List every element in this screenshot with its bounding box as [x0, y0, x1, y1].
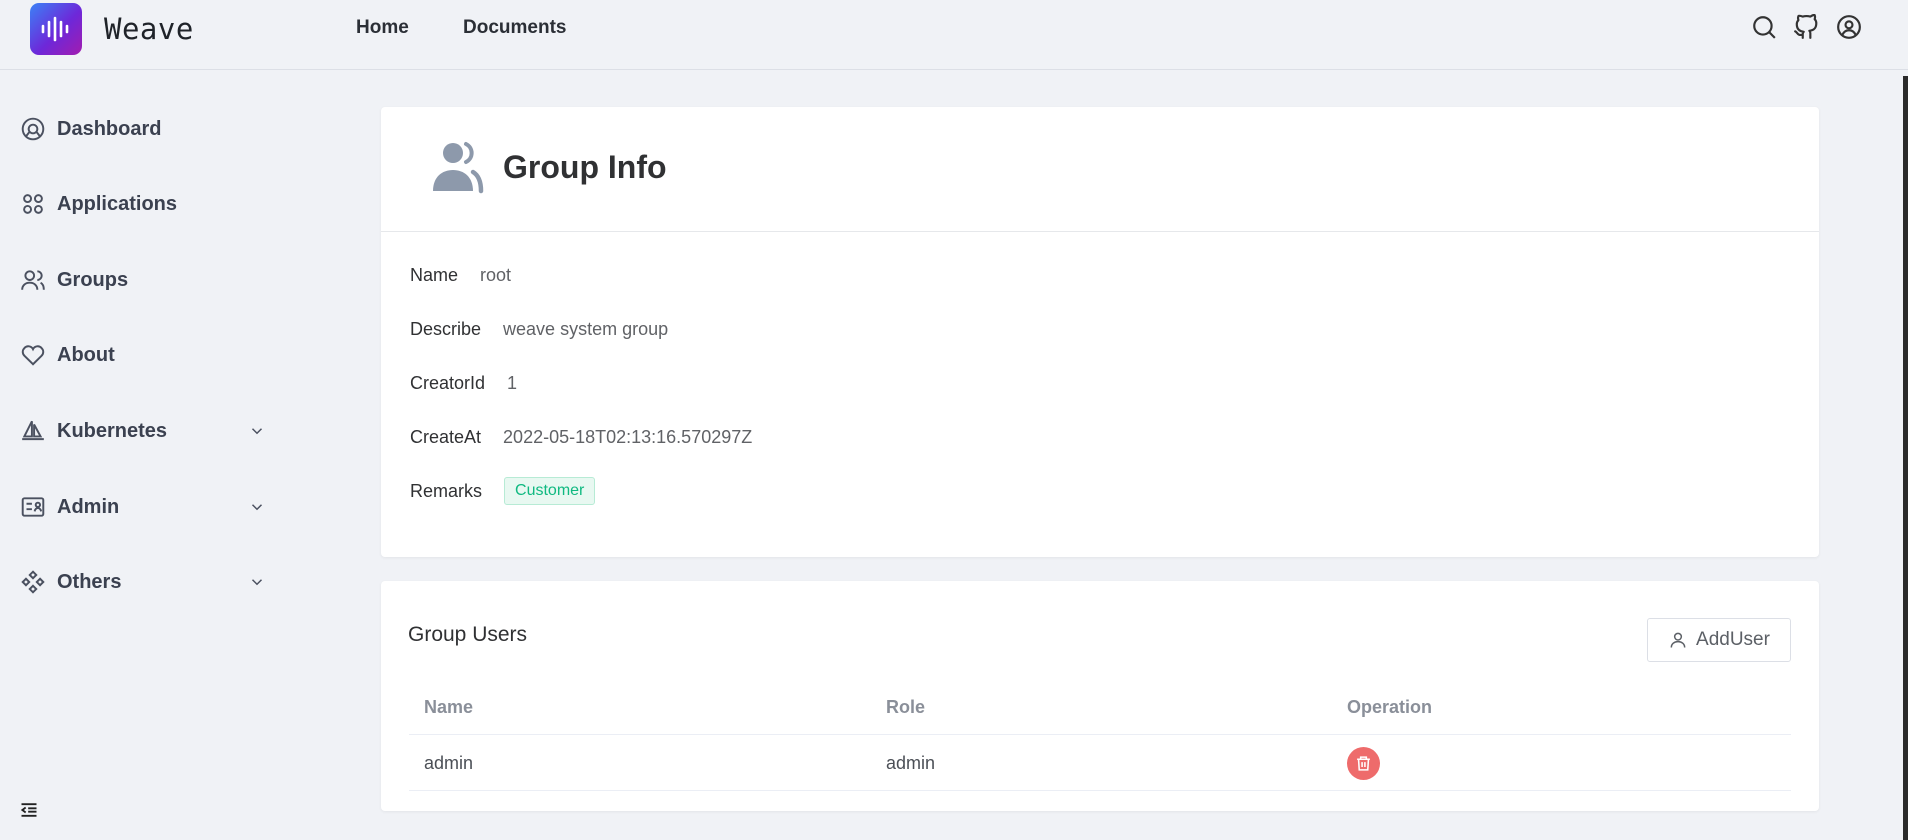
- field-label: CreatorId: [410, 373, 486, 393]
- section-title: Group Users: [408, 623, 528, 646]
- github-icon[interactable]: [1793, 14, 1819, 40]
- sailboat-icon: [22, 420, 44, 441]
- dashboard-icon: [21, 117, 45, 141]
- page-scrollbar[interactable]: [1903, 76, 1908, 840]
- user-icon: [1670, 632, 1686, 648]
- field-value: 2022-05-18T02:13:16.570297Z: [503, 427, 753, 447]
- column-header-name[interactable]: Name: [424, 679, 473, 735]
- sidebar-item-label: Groups: [57, 268, 129, 291]
- field-label: Name: [410, 265, 459, 285]
- top-header: Weave Home Documents: [0, 0, 1908, 70]
- cell-user-role: admin: [886, 752, 936, 773]
- cell-operation: [1347, 735, 1380, 791]
- group-info-card: Group Info Name root Describe weave syst…: [381, 107, 1819, 557]
- sidebar-item-label: About: [57, 343, 115, 366]
- field-name: Name root: [410, 265, 511, 286]
- field-label: CreateAt: [410, 427, 482, 447]
- column-header-role[interactable]: Role: [886, 679, 925, 735]
- sidebar-item-admin[interactable]: Admin: [20, 487, 270, 527]
- column-header-operation[interactable]: Operation: [1347, 679, 1432, 735]
- group-info-header: Group Info: [381, 107, 1819, 232]
- sidebar: Dashboard Applications Groups About Kube…: [0, 71, 300, 840]
- trash-icon: [1357, 755, 1370, 771]
- field-remarks: Remarks Customer: [410, 477, 596, 505]
- sidebar-item-label: Applications: [57, 192, 178, 215]
- sidebar-item-label: Dashboard: [57, 117, 162, 140]
- sidebar-item-label: Admin: [57, 495, 120, 518]
- add-user-button[interactable]: AddUser: [1647, 618, 1791, 662]
- group-users-icon: [433, 142, 484, 194]
- sidebar-item-groups[interactable]: Groups: [20, 260, 270, 300]
- table-row: admin admin: [409, 735, 1791, 791]
- field-creator-id: CreatorId 1: [410, 373, 517, 394]
- sidebar-item-others[interactable]: Others: [20, 562, 270, 602]
- cell-user-name: admin: [424, 752, 474, 773]
- chevron-down-icon: [251, 579, 263, 586]
- page-title: Group Info: [503, 149, 667, 185]
- add-user-label: AddUser: [1696, 629, 1770, 650]
- nav-home[interactable]: Home: [356, 17, 409, 39]
- field-label: Remarks: [410, 480, 483, 501]
- groups-icon: [21, 270, 45, 290]
- sidebar-item-label: Kubernetes: [57, 419, 168, 442]
- sidebar-item-label: Others: [57, 570, 122, 593]
- others-icon: [21, 570, 45, 594]
- delete-user-button[interactable]: [1347, 746, 1380, 780]
- field-value: root: [480, 265, 512, 285]
- applications-icon: [23, 194, 43, 214]
- sidebar-item-about[interactable]: About: [20, 335, 270, 375]
- chevron-down-icon: [251, 504, 263, 511]
- app-name: Weave: [104, 12, 194, 46]
- heart-icon: [21, 345, 45, 366]
- sidebar-item-kubernetes[interactable]: Kubernetes: [20, 411, 270, 451]
- users-table: Name Role Operation admin admin: [409, 679, 1791, 791]
- app-logo[interactable]: [30, 3, 82, 55]
- sidebar-item-applications[interactable]: Applications: [20, 184, 270, 224]
- admin-icon: [21, 497, 45, 517]
- field-create-at: CreateAt 2022-05-18T02:13:16.570297Z: [410, 427, 752, 448]
- group-users-card: Group Users AddUser Name Role Operation …: [381, 581, 1819, 811]
- remarks-tag: Customer: [504, 477, 596, 505]
- field-describe: Describe weave system group: [410, 319, 668, 340]
- field-label: Describe: [410, 319, 482, 339]
- sidebar-item-dashboard[interactable]: Dashboard: [20, 109, 270, 149]
- user-circle-icon[interactable]: [1836, 14, 1862, 40]
- nav-documents[interactable]: Documents: [463, 17, 566, 39]
- table-header-row: Name Role Operation: [409, 679, 1791, 735]
- chevron-down-icon: [251, 428, 263, 435]
- collapse-sidebar-icon[interactable]: [19, 800, 39, 820]
- field-value: weave system group: [503, 319, 669, 339]
- field-value: 1: [507, 373, 518, 393]
- search-icon[interactable]: [1751, 14, 1777, 40]
- waveform-icon: [41, 16, 69, 42]
